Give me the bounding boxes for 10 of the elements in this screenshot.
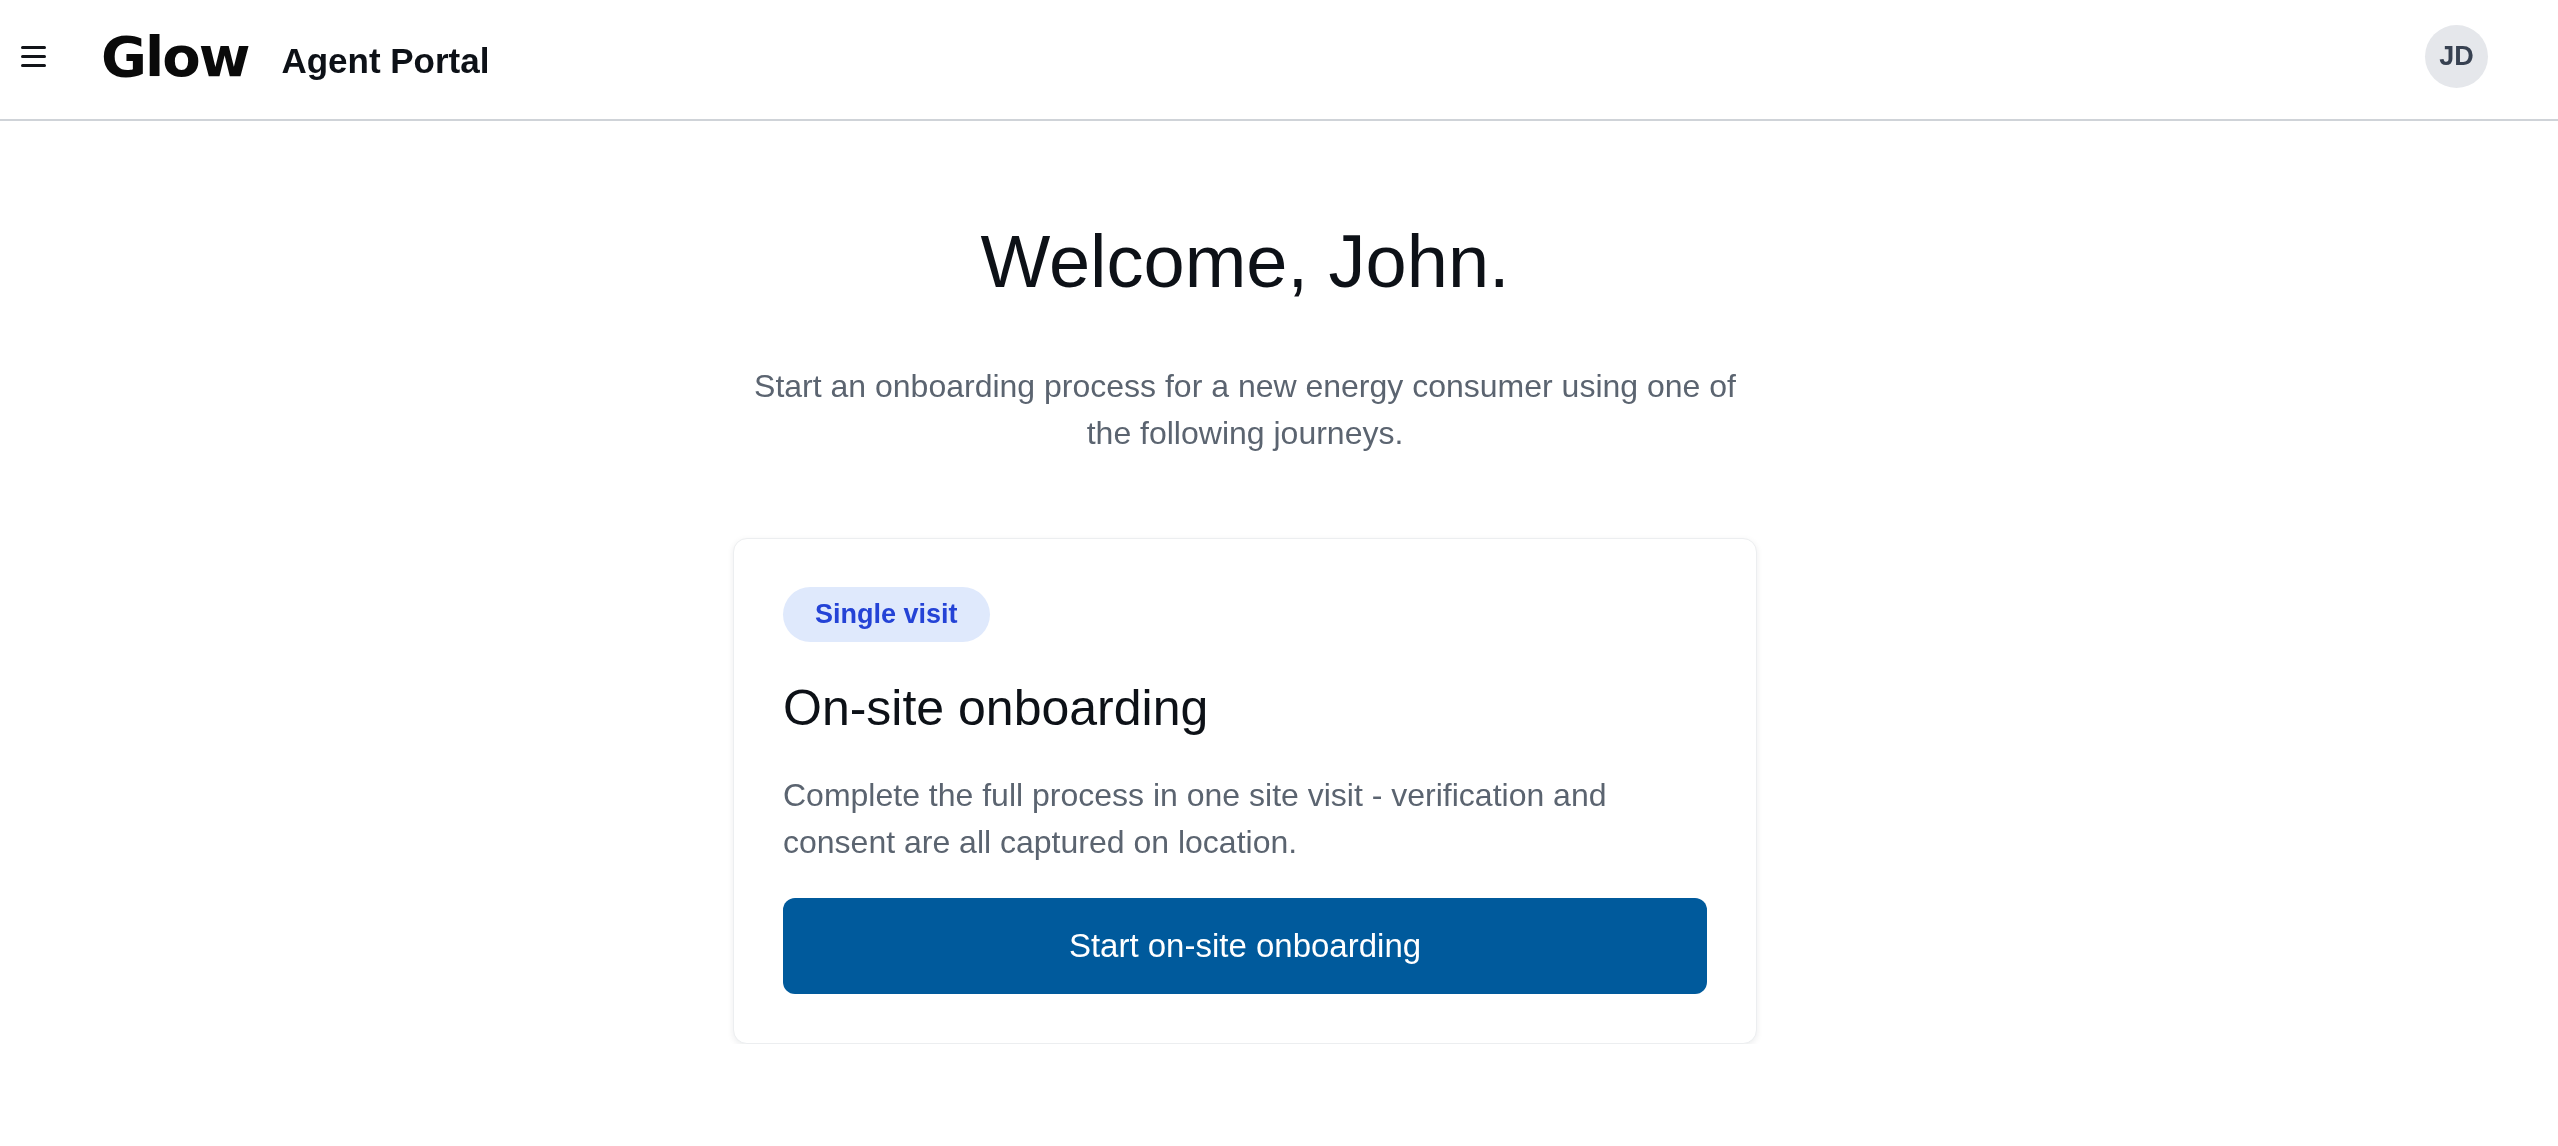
journey-title: On-site onboarding [783,679,1209,738]
start-button[interactable]: Start on-site onboarding [783,898,1707,994]
user-avatar[interactable]: JD [2425,25,2488,88]
welcome-heading: Welcome, John. [980,219,1510,305]
journey-description: Complete the full process in one site visit - verification and consent are all captured on location. [783,776,1608,862]
welcome-text: Start an onboarding process for a new energy consumer using one of the following journeys. [753,367,1737,453]
menu-icon[interactable] [21,46,46,67]
app-title: Agent Portal [281,40,490,81]
visit-type-badge: Single visit [783,587,990,642]
logo: Glow [101,28,249,85]
